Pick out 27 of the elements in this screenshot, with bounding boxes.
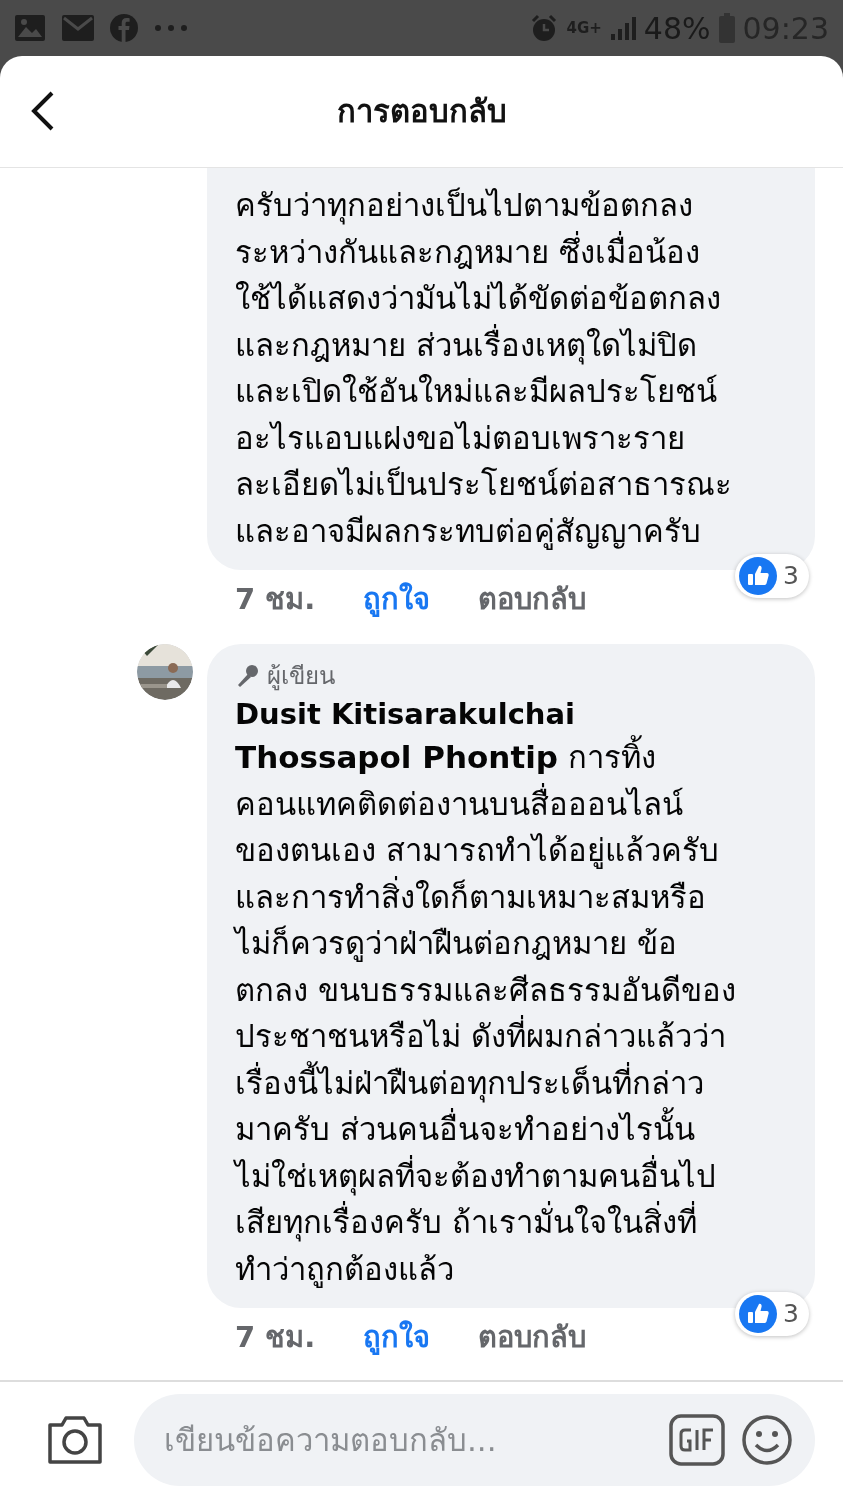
reaction-number: 3 [783,560,799,593]
back-button[interactable] [30,90,56,132]
microphone-icon [235,664,259,688]
comment-text: Thossapol Phontip การทิ้ง คอนแทคติดต่องานบนสื่อออนไลน์ ของตนเอง สามารถทำได้อยู่แล้วครับ และการทำสิ่งใดก็ตามเหมาะสมหรือ ไม่ก็ควรดูว่าฝ่าฝืนต่อกฎหมาย ข้อ ตกลง ขนบธรรมและศีลธรรมอันดีของ ประชาชนหรือไม่ ดังที่ผมกล่าวแล้วว่า เรื่องนี้ไม่ฝ่าฝืนต่อทุกประเด็นที่กล่าว มาครับ ส่วนคนอื่นจะทำอย่างไรนั้น ไม่ใช่เหตุผลที่จะต้องทำตามคนอื่นไป เสียทุกเรื่องครับ ถ้าเรามั่นใจในสิ่งที่ ทำว่าถูกต้องแล้ว [235,734,787,1292]
author-label: ผู้เขียน [267,661,335,693]
page-title: การตอบกลับ [336,92,507,132]
reaction-number: 3 [783,1298,799,1331]
reply-input-field[interactable]: เขียนข้อความตอบกลับ... [162,1415,653,1465]
gif-button[interactable] [669,1414,725,1466]
emoji-button[interactable] [741,1414,793,1466]
facebook-icon [110,14,138,42]
like-link[interactable]: ถูกใจ [363,578,431,622]
comment-time: 7 ชม. [235,581,316,619]
like-link[interactable]: ถูกใจ [363,1316,431,1360]
mail-icon [62,15,94,41]
signal-icon [609,16,636,40]
like-icon [739,557,778,595]
author-name: Dusit Kitisarakulchai [235,696,576,733]
reply-link[interactable]: ตอบกลับ [478,578,587,622]
more-icon [154,24,188,32]
reply-link[interactable]: ตอบกลับ [478,1316,587,1360]
camera-button[interactable] [46,1415,104,1465]
gallery-icon [14,14,46,42]
comment-time: 7 ชม. [235,1319,316,1357]
composer-bar[interactable]: เขียนข้อความตอบกลับ... [134,1394,815,1486]
comment-text: ครับว่าทุกอย่างเป็นไปตามข้อตกลง ระหว่างกันและกฎหมาย ซึ่งเมื่อน้อง ใช้ได้แสดงว่ามันไม่ได้ขัดต่อข้อตกลง และกฎหมาย ส่วนเรื่องเหตุใดไม่ปิด และเปิดใช้อันใหม่และมีผลประโยชน์ อะไรแอบแฝงขอไม่ตอบเพราะราย ละเอียดไม่เป็นประโยชน์ต่อสาธารณะ และอาจมีผลกระทบต่อคู่สัญญาครับ [235,186,733,552]
like-icon [739,1295,778,1333]
